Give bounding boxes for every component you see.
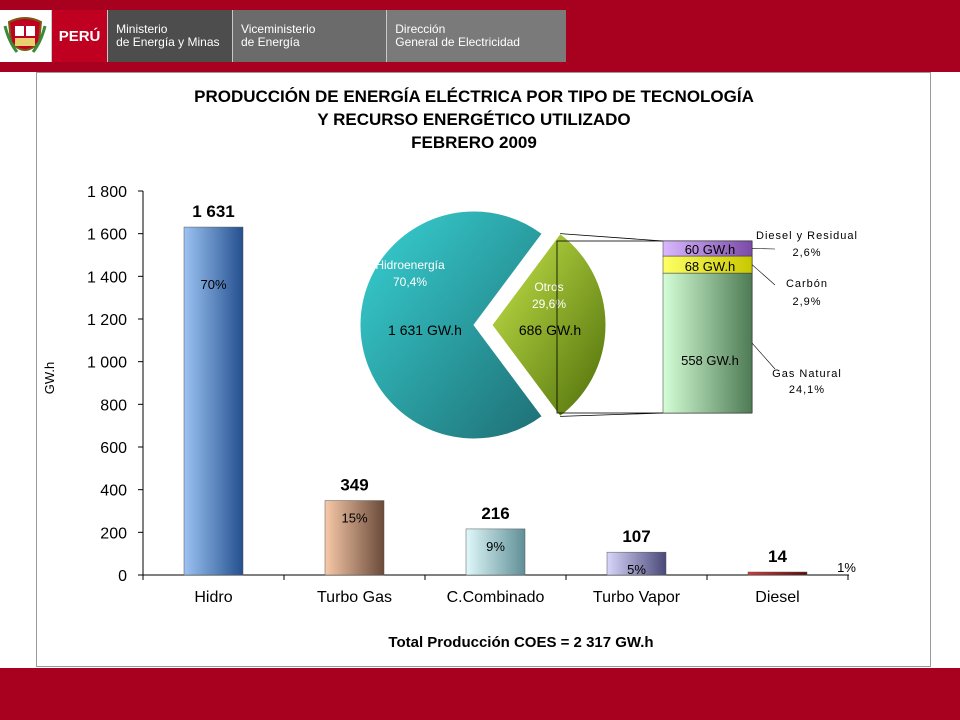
- footer-bar: [0, 668, 960, 720]
- pie-slice-value: 686 GW.h: [519, 322, 581, 338]
- y-tick-label: 1 000: [87, 355, 127, 372]
- breakdown-label: Diesel y Residual: [756, 230, 858, 242]
- breakdown-percent: 24,1%: [789, 384, 825, 396]
- x-tick-label: C.Combinado: [447, 589, 545, 606]
- bar-percent-label: 15%: [341, 511, 367, 526]
- pie-slice-percent: 29,6%: [532, 297, 566, 311]
- bar-value-label: 216: [481, 504, 509, 523]
- bar-percent-label: 1%: [837, 560, 856, 575]
- x-tick-label: Turbo Vapor: [593, 589, 681, 606]
- y-tick-label: 0: [118, 568, 127, 585]
- breakdown-label: Gas Natural: [772, 368, 842, 380]
- pie-slice-label: Hidroenergía: [375, 258, 445, 272]
- chart-title-line: Y RECURSO ENERGÉTICO UTILIZADO: [317, 110, 630, 129]
- bar-percent-label: 5%: [627, 562, 646, 577]
- connector-line: [560, 233, 664, 242]
- x-tick-label: Diesel: [755, 589, 799, 606]
- coat-of-arms-icon: [0, 10, 51, 62]
- x-tick-label: Hidro: [194, 589, 232, 606]
- breakdown-value-label: 68 GW.h: [685, 259, 736, 274]
- viceministry-label: Viceministerio de Energía: [231, 10, 387, 62]
- chart-frame: PRODUCCIÓN DE ENERGÍA ELÉCTRICA POR TIPO…: [36, 72, 931, 667]
- pie-slice-label: Otros: [534, 280, 563, 294]
- direction-label: Dirección General de Electricidad: [386, 10, 566, 62]
- y-tick-label: 800: [100, 397, 127, 414]
- bar-value-label: 107: [622, 527, 650, 546]
- connector-line: [560, 412, 664, 417]
- bar-value-label: 14: [768, 547, 787, 566]
- pie-slice-percent: 70,4%: [393, 275, 427, 289]
- x-tick-label: Turbo Gas: [317, 589, 392, 606]
- chart-canvas: PRODUCCIÓN DE ENERGÍA ELÉCTRICA POR TIPO…: [42, 87, 858, 651]
- header-logos: PERÚ Ministerio de Energía y Minas Vicemi…: [0, 10, 566, 62]
- y-tick-label: 1 400: [87, 269, 127, 286]
- y-tick-label: 1 600: [87, 227, 127, 244]
- breakdown-percent: 2,6%: [792, 247, 821, 259]
- breakdown-percent: 2,9%: [792, 296, 821, 308]
- bar: [747, 571, 808, 576]
- y-tick-label: 600: [100, 440, 127, 457]
- peru-label: PERÚ: [50, 10, 108, 62]
- total-production-label: Total Producción COES = 2 317 GW.h: [388, 634, 653, 651]
- y-axis-label: GW.h: [42, 362, 57, 395]
- breakdown-segment: [662, 272, 753, 414]
- y-tick-label: 400: [100, 483, 127, 500]
- chart-title-line: FEBRERO 2009: [411, 133, 537, 152]
- breakdown-label: Carbón: [786, 278, 828, 290]
- y-tick-label: 200: [100, 525, 127, 542]
- bar-percent-label: 9%: [486, 539, 505, 554]
- breakdown-value-label: 60 GW.h: [685, 242, 736, 257]
- leader-line: [751, 342, 776, 370]
- chart-title-line: PRODUCCIÓN DE ENERGÍA ELÉCTRICA POR TIPO…: [194, 87, 754, 106]
- pie-slice-value: 1 631 GW.h: [388, 322, 462, 338]
- bar-value-label: 349: [340, 476, 368, 495]
- y-tick-label: 1 200: [87, 312, 127, 329]
- bar-value-label: 1 631: [192, 202, 235, 221]
- leader-line: [751, 264, 776, 286]
- y-tick-label: 1 800: [87, 184, 127, 201]
- bar-percent-label: 70%: [200, 277, 226, 292]
- ministry-label: Ministerio de Energía y Minas: [107, 10, 232, 62]
- breakdown-value-label: 558 GW.h: [681, 353, 739, 368]
